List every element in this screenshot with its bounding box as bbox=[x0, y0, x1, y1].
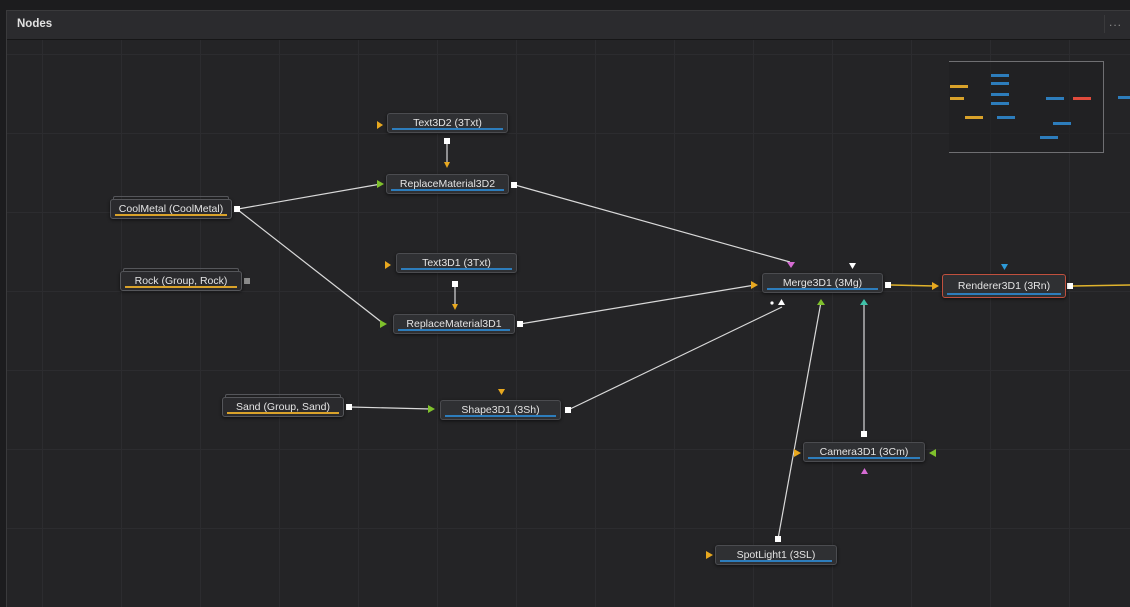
node-navigator-minimap[interactable] bbox=[949, 61, 1104, 153]
node-color-bar bbox=[720, 560, 832, 562]
node-color-bar bbox=[445, 415, 556, 417]
node-rock[interactable]: Rock (Group, Rock) bbox=[120, 268, 242, 291]
minimap-node bbox=[991, 93, 1009, 96]
panel-options-icon[interactable]: ... bbox=[1104, 15, 1127, 33]
node-color-bar bbox=[392, 128, 503, 130]
node-shape3d1[interactable]: Shape3D1 (3Sh) bbox=[440, 400, 561, 420]
minimap-node bbox=[997, 116, 1015, 119]
node-spotlight1[interactable]: SpotLight1 (3SL) bbox=[715, 545, 837, 565]
minimap-node-outside bbox=[1118, 96, 1130, 99]
node-color-bar bbox=[398, 329, 510, 331]
minimap-node bbox=[965, 116, 983, 119]
node-color-bar bbox=[125, 286, 237, 288]
minimap-node bbox=[991, 74, 1009, 77]
node-sand[interactable]: Sand (Group, Sand) bbox=[222, 394, 344, 417]
node-color-bar bbox=[401, 268, 512, 270]
node-camera3d1[interactable]: Camera3D1 (3Cm) bbox=[803, 442, 925, 462]
minimap-node bbox=[991, 102, 1009, 105]
app-frame: Nodes ... Text3D2 (3Txt) ReplaceMaterial… bbox=[0, 0, 1130, 607]
node-color-bar bbox=[767, 288, 878, 290]
minimap-node bbox=[1040, 136, 1058, 139]
panel-titlebar: Nodes ... bbox=[7, 11, 1130, 40]
minimap-node bbox=[950, 97, 964, 100]
minimap-node bbox=[950, 85, 968, 88]
node-merge3d1[interactable]: Merge3D1 (3Mg) bbox=[762, 273, 883, 293]
minimap-node bbox=[1046, 97, 1064, 100]
node-color-bar bbox=[227, 412, 339, 414]
node-replacematerial3d1[interactable]: ReplaceMaterial3D1 bbox=[393, 314, 515, 334]
node-color-bar bbox=[947, 293, 1061, 295]
panel-title: Nodes bbox=[17, 18, 53, 30]
node-color-bar bbox=[391, 189, 504, 191]
node-coolmetal[interactable]: CoolMetal (CoolMetal) bbox=[110, 196, 232, 219]
node-text3d1[interactable]: Text3D1 (3Txt) bbox=[396, 253, 517, 273]
node-label: Renderer3D1 (3Rn) bbox=[957, 280, 1051, 292]
minimap-node bbox=[1053, 122, 1071, 125]
node-text3d2[interactable]: Text3D2 (3Txt) bbox=[387, 113, 508, 133]
minimap-node bbox=[1073, 97, 1091, 100]
node-replacematerial3d2[interactable]: ReplaceMaterial3D2 bbox=[386, 174, 509, 194]
node-color-bar bbox=[115, 214, 227, 216]
minimap-node bbox=[991, 82, 1009, 85]
node-renderer3d1[interactable]: Renderer3D1 (3Rn) bbox=[942, 274, 1066, 298]
node-color-bar bbox=[808, 457, 920, 459]
